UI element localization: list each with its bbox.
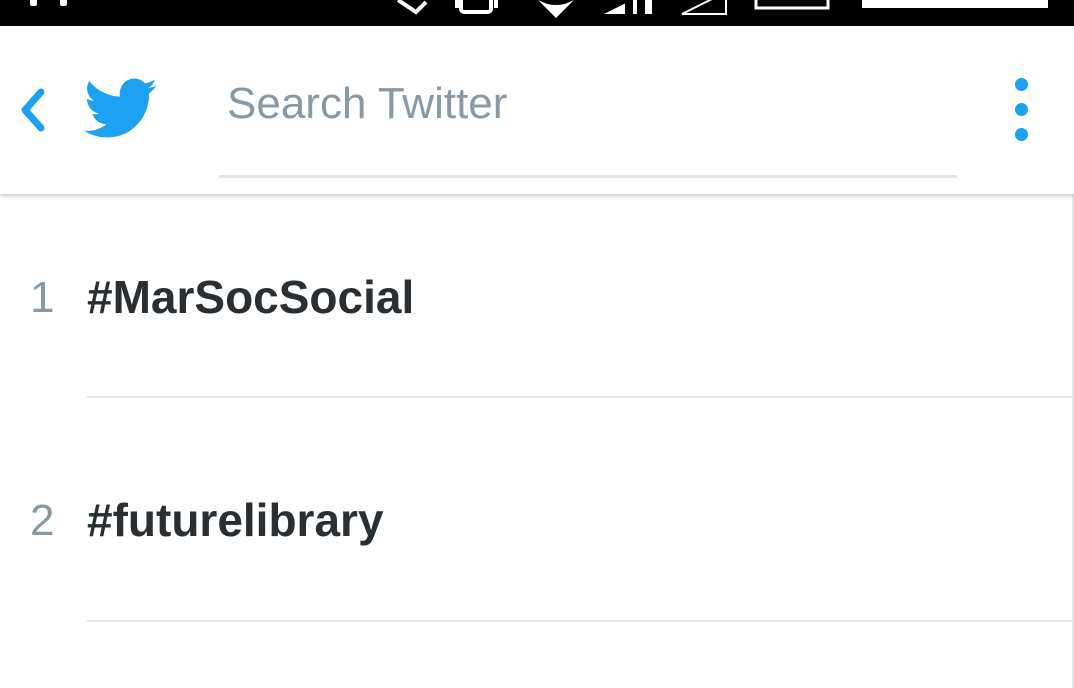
- signal-icon: [604, 0, 652, 14]
- twitter-bird-icon[interactable]: [84, 78, 158, 140]
- notification-icon: [30, 0, 67, 6]
- back-button[interactable]: [10, 82, 54, 138]
- status-bar-icons: [30, 0, 1048, 18]
- status-bar: [0, 0, 1074, 26]
- trend-item[interactable]: 2 #futurelibrary: [0, 398, 1072, 622]
- trend-item[interactable]: 1 #MarSocSocial: [0, 194, 1072, 417]
- trend-rank: 2: [30, 496, 55, 545]
- clock-icon: [862, 0, 1048, 8]
- bluetooth-icon: [396, 0, 428, 15]
- twitter-bird-glyph: [84, 78, 157, 138]
- trends-list: 1 #MarSocSocial 2 #futurelibrary: [0, 194, 1074, 688]
- divider: [87, 620, 1072, 622]
- battery-icon: [754, 0, 830, 10]
- trend-name: #MarSocSocial: [87, 271, 415, 323]
- search-box: [219, 66, 957, 178]
- vibrate-icon: [455, 0, 498, 14]
- menu-dot: [1015, 103, 1028, 116]
- menu-dot: [1015, 128, 1028, 141]
- overflow-menu-icon[interactable]: [1000, 74, 1044, 146]
- trend-name: #futurelibrary: [87, 494, 384, 546]
- signal-outline-icon: [681, 0, 727, 15]
- menu-dot: [1015, 78, 1028, 91]
- wifi-icon: [538, 0, 574, 18]
- toolbar: [0, 26, 1074, 194]
- search-input[interactable]: [227, 76, 927, 132]
- chevron-left-icon: [21, 88, 45, 132]
- trend-rank: 1: [30, 273, 55, 322]
